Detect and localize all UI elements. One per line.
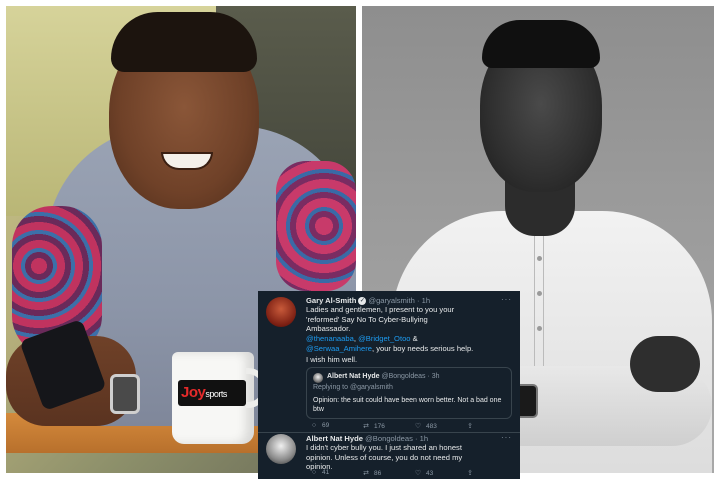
verified-badge-icon: ✓ xyxy=(358,297,367,305)
retweet-count: 86 xyxy=(374,470,382,477)
separator: & xyxy=(410,334,418,343)
tweet-line: I didn't cyber bully you. I just shared … xyxy=(306,443,462,452)
tweet-text-tail: , your boy needs serious help. xyxy=(371,343,474,353)
quoted-tweet[interactable]: Albert Nat Hyde @Bongoldeas · 3h Replyin… xyxy=(306,367,512,419)
tweet-actions: ○ 41 ⇄ 86 ♡ 43 ⇪ xyxy=(310,469,500,479)
tweet-text: I didn't cyber bully you. I just shared … xyxy=(306,443,511,472)
tweet-mentions: @thenanaaba, @Bridget_Otoo & @Serwaa_Ami… xyxy=(306,334,511,353)
tweet-header: Albert Nat Hyde @Bongoldeas · 1h xyxy=(306,434,428,443)
tweet-time[interactable]: · 1h xyxy=(415,434,428,443)
mention-link[interactable]: @Bridget_Otoo xyxy=(358,334,410,343)
mention-link[interactable]: @Serwaa_Amihere xyxy=(306,344,372,353)
patterned-sleeve-right xyxy=(276,161,356,291)
divider xyxy=(258,432,520,433)
reply-button[interactable]: ○ 41 xyxy=(310,469,329,476)
tweet-line: Ladies and gentlemen, I present to you y… xyxy=(306,305,455,314)
avatar[interactable] xyxy=(266,434,296,464)
share-button[interactable]: ⇪ xyxy=(466,422,478,430)
share-icon: ⇪ xyxy=(467,470,473,477)
hand xyxy=(630,336,700,392)
mug-logo: Joysports xyxy=(178,380,246,406)
tweet-line: I wish him well. xyxy=(306,355,358,364)
author-name[interactable]: Gary Al-Smith xyxy=(306,296,356,305)
share-icon: ⇪ xyxy=(467,423,473,430)
hair xyxy=(111,12,257,72)
avatar xyxy=(313,373,323,383)
mug-logo-sub: sports xyxy=(205,389,227,399)
reply-icon: ○ xyxy=(311,422,317,429)
retweet-icon: ⇄ xyxy=(363,423,369,430)
quoted-tweet-text: Opinion: the suit could have been worn b… xyxy=(313,397,502,413)
retweet-button[interactable]: ⇄ 86 xyxy=(362,469,381,477)
like-button[interactable]: ♡ 483 xyxy=(414,422,437,430)
like-icon: ♡ xyxy=(414,423,422,430)
retweet-icon: ⇄ xyxy=(363,470,369,477)
tweet-time: · 3h xyxy=(427,373,440,380)
author-handle: @Bongoldeas xyxy=(381,373,426,380)
mention-link[interactable]: @thenanaaba xyxy=(306,334,354,343)
reply-count: 41 xyxy=(322,469,330,476)
quoted-tweet-header: Albert Nat Hyde @Bongoldeas · 3h xyxy=(327,373,440,380)
like-button[interactable]: ♡ 43 xyxy=(414,469,433,477)
shirt-button xyxy=(537,291,542,296)
reply-count: 69 xyxy=(322,422,330,429)
reply-icon: ○ xyxy=(311,469,317,476)
author-name[interactable]: Albert Nat Hyde xyxy=(306,434,363,443)
hair xyxy=(482,20,600,68)
tweet-header: Gary Al-Smith ✓ @garyalsmith · 1h xyxy=(306,296,430,305)
tweet-time[interactable]: · 1h xyxy=(417,296,430,305)
tweet-line: opinion. Unless of course, you do not ne… xyxy=(306,452,463,462)
reply-button[interactable]: ○ 69 xyxy=(310,422,329,429)
avatar[interactable] xyxy=(266,297,296,327)
like-count: 43 xyxy=(426,470,434,477)
retweet-count: 176 xyxy=(374,423,385,430)
shirt-button xyxy=(537,256,542,261)
tweet-thread-card: Gary Al-Smith ✓ @garyalsmith · 1h ··· Ladi… xyxy=(258,291,520,479)
wristwatch xyxy=(110,374,140,414)
author-handle[interactable]: @Bongoldeas xyxy=(365,434,413,443)
more-options-icon[interactable]: ··· xyxy=(501,433,512,442)
author-name: Albert Nat Hyde xyxy=(327,373,380,380)
mug-logo-main: Joy xyxy=(181,384,206,401)
shirt-button xyxy=(537,326,542,331)
retweet-button[interactable]: ⇄ 176 xyxy=(362,422,385,430)
author-handle[interactable]: @garyalsmith xyxy=(368,296,415,305)
like-icon: ♡ xyxy=(414,470,422,477)
replying-to: Replying to @garyalsmith xyxy=(313,384,393,391)
more-options-icon[interactable]: ··· xyxy=(501,295,512,304)
like-count: 483 xyxy=(426,423,437,430)
tweet-line: 'reformed' Say No To Cyber-Bullying xyxy=(306,314,428,324)
tweet-actions: ○ 69 ⇄ 176 ♡ 483 ⇪ xyxy=(310,422,500,432)
tweet-line: Ambassador. xyxy=(306,324,351,334)
tweet-text: Ladies and gentlemen, I present to you y… xyxy=(306,305,511,334)
share-button[interactable]: ⇪ xyxy=(466,469,478,477)
